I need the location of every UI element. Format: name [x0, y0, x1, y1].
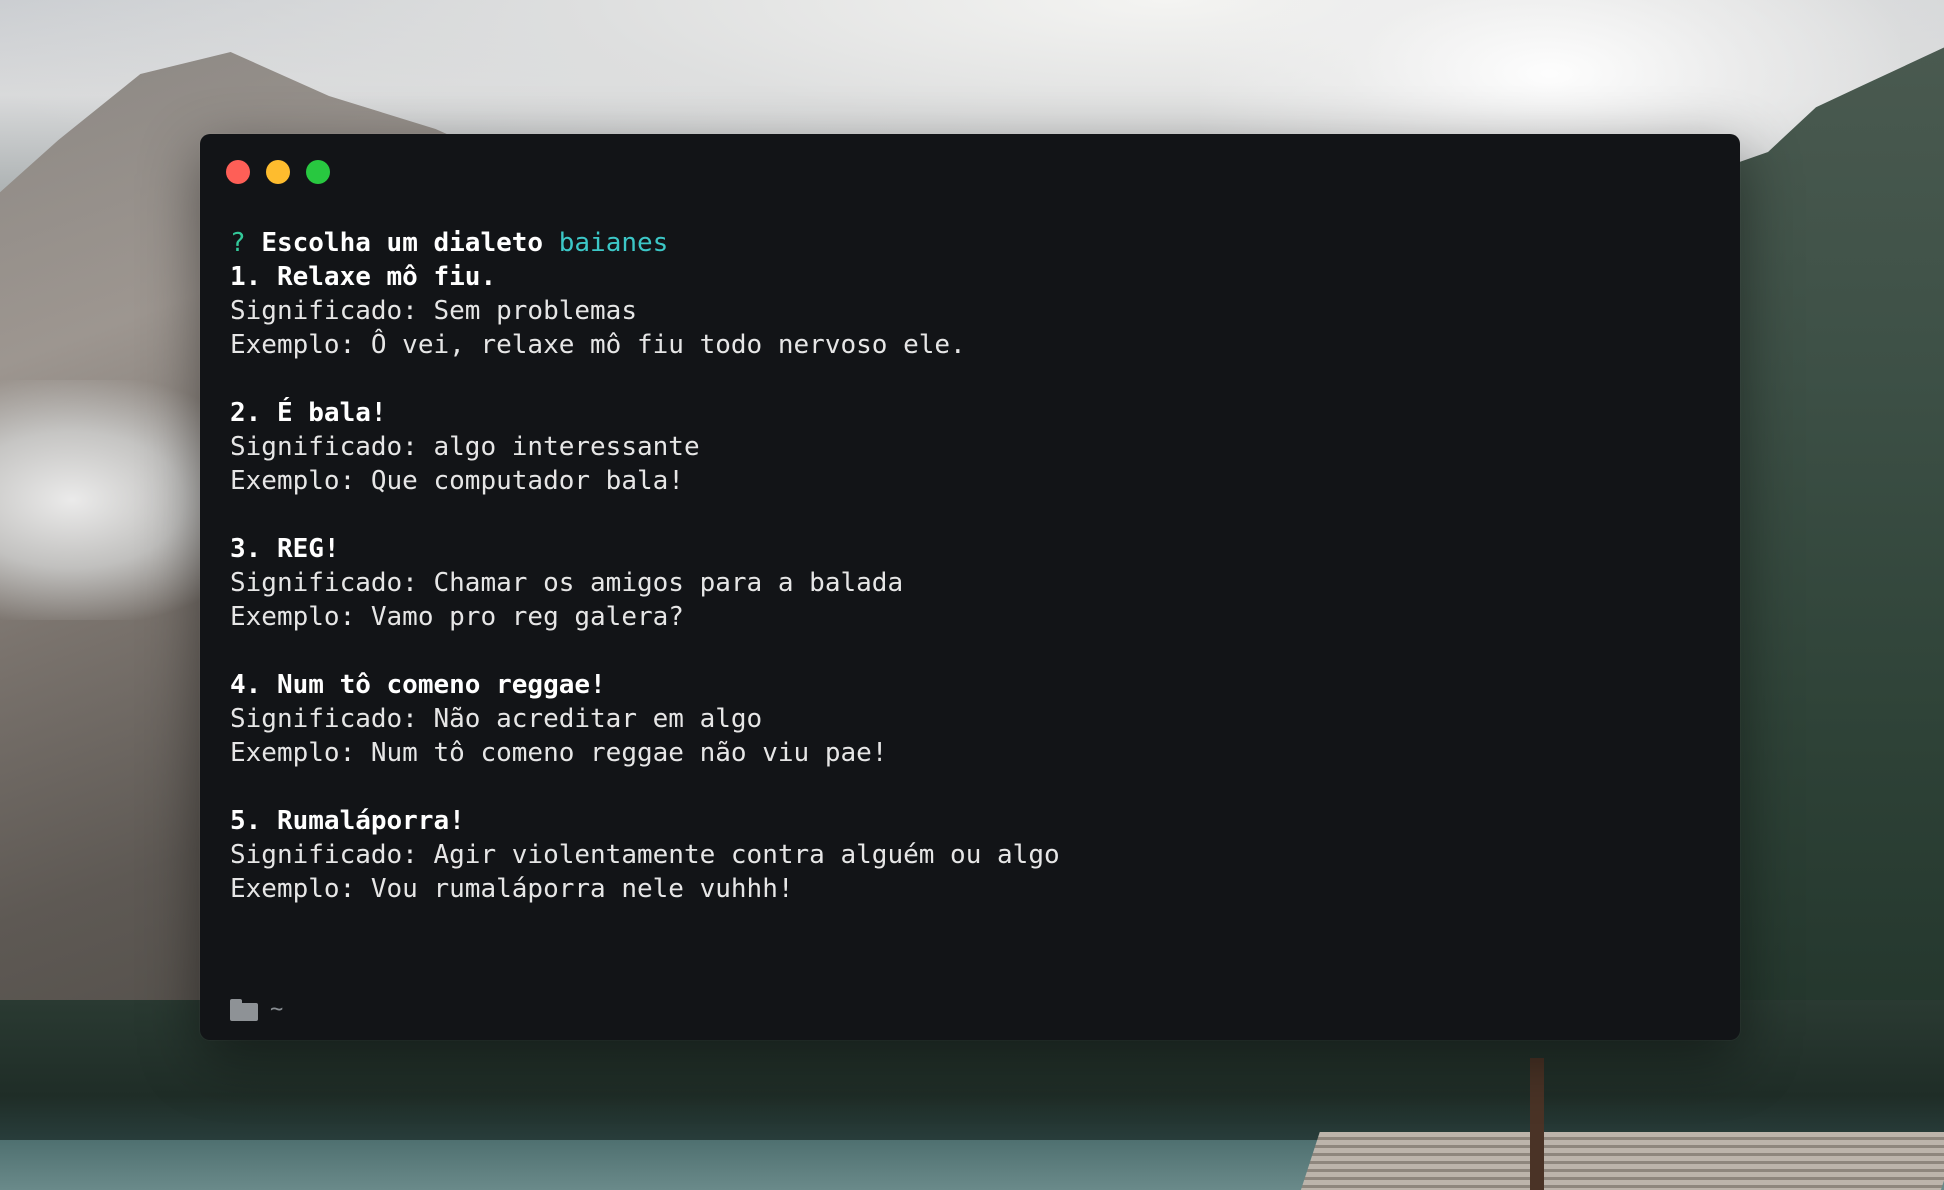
folder-icon [230, 998, 258, 1021]
entry-title: 1. Relaxe mô fiu. [230, 262, 497, 292]
prompt-text: Escolha um dialeto [261, 228, 544, 258]
status-bar: ~ [230, 997, 283, 1022]
entry-example: Exemplo: Vamo pro reg galera? [230, 602, 684, 632]
entry-meaning: Significado: Agir violentamente contra a… [230, 840, 1060, 870]
wallpaper-dock-post [1530, 1058, 1544, 1190]
entry-meaning: Significado: algo interessante [230, 432, 700, 462]
entry-example: Exemplo: Num tô comeno reggae não viu pa… [230, 738, 888, 768]
current-path: ~ [270, 997, 284, 1022]
terminal-window[interactable]: ? Escolha um dialeto baianes 1. Relaxe m… [200, 134, 1740, 1040]
entry-example: Exemplo: Vou rumaláporra nele vuhhh! [230, 874, 794, 904]
prompt-answer: baianes [558, 228, 669, 258]
terminal-output: ? Escolha um dialeto baianes 1. Relaxe m… [230, 226, 1710, 906]
entry-title: 2. É bala! [230, 398, 387, 428]
entry-meaning: Significado: Chamar os amigos para a bal… [230, 568, 904, 598]
entry-example: Exemplo: Que computador bala! [230, 466, 684, 496]
entry-title: 5. Rumaláporra! [230, 806, 465, 836]
entry-meaning: Significado: Não acreditar em algo [230, 704, 763, 734]
entry-title: 4. Num tô comeno reggae! [230, 670, 606, 700]
prompt-line: ? Escolha um dialeto baianes [230, 226, 1710, 260]
maximize-button[interactable] [306, 160, 330, 184]
entry-title: 3. REG! [230, 534, 340, 564]
close-button[interactable] [226, 160, 250, 184]
wallpaper-dock [1300, 1132, 1944, 1190]
entry-meaning: Significado: Sem problemas [230, 296, 637, 326]
prompt-mark: ? [230, 228, 246, 258]
window-controls [226, 160, 330, 184]
entry-example: Exemplo: Ô vei, relaxe mô fiu todo nervo… [230, 330, 966, 360]
minimize-button[interactable] [266, 160, 290, 184]
